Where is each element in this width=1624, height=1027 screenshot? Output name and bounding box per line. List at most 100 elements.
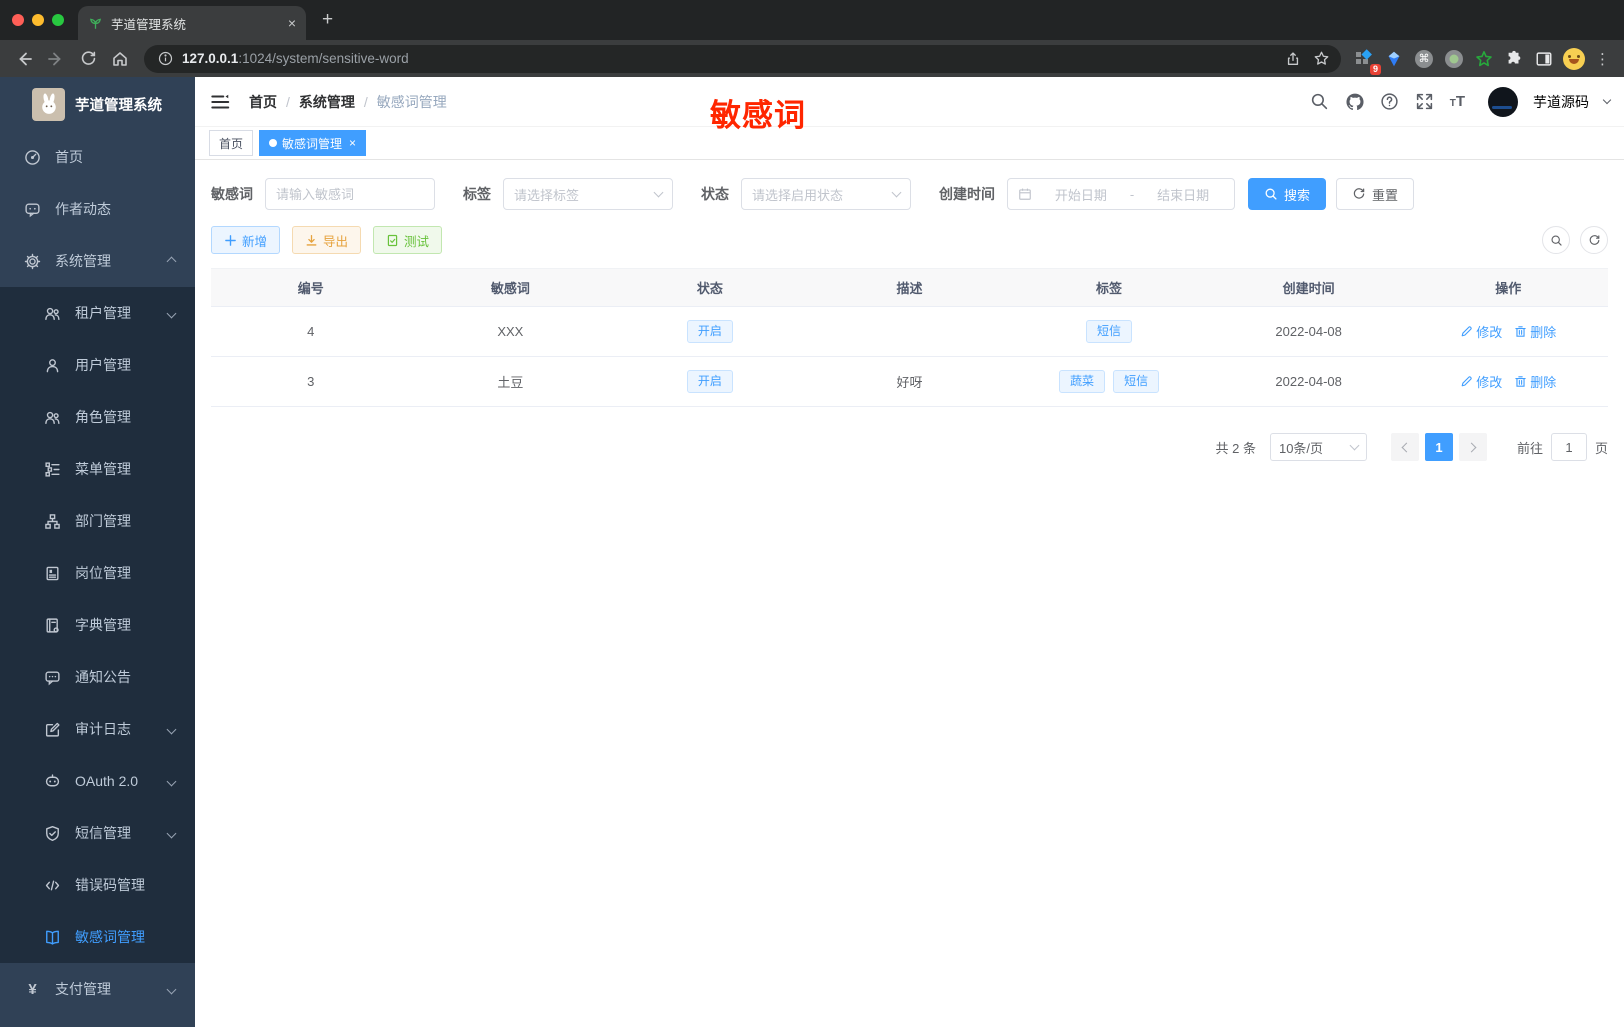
org-chart-icon (45, 513, 60, 529)
sidebar-item-sms[interactable]: 短信管理 (0, 807, 195, 859)
pencil-icon (1461, 326, 1472, 337)
browser-tab[interactable]: 芋道管理系统 × (78, 6, 306, 40)
status-filter-label: 状态 (701, 186, 729, 202)
sidebar-item-dept[interactable]: 部门管理 (0, 495, 195, 547)
sidebar-item-errcode[interactable]: 错误码管理 (0, 859, 195, 911)
tag-sensitive-word[interactable]: 敏感词管理 × (259, 130, 367, 156)
help-icon[interactable] (1380, 92, 1400, 112)
edit-link[interactable]: 修改 (1460, 372, 1502, 391)
minimize-window-button[interactable] (32, 14, 44, 26)
goto-input[interactable] (1550, 433, 1587, 461)
edit-link[interactable]: 修改 (1460, 322, 1502, 341)
reload-icon[interactable] (74, 45, 102, 73)
gear-icon (24, 253, 41, 269)
refresh-icon (1589, 234, 1599, 245)
chevron-down-icon (891, 187, 902, 198)
cell-word: XXX (497, 324, 524, 339)
created-filter-label: 创建时间 (939, 186, 995, 202)
tag-select[interactable]: 请选择标签 (503, 178, 673, 210)
github-icon[interactable] (1345, 92, 1365, 112)
sidebar-item-user[interactable]: 用户管理 (0, 339, 195, 391)
tab-close-icon[interactable]: × (288, 16, 296, 30)
page-content: 敏感词 标签 请选择标签 状态 请选择启用状态 创建时间 开始日期 (195, 160, 1624, 461)
logo-rabbit-icon (32, 87, 65, 121)
page-number[interactable]: 1 (1424, 433, 1453, 461)
prev-page-button[interactable] (1390, 433, 1419, 461)
add-button[interactable]: 新增 (211, 226, 281, 254)
status-select[interactable]: 请选择启用状态 (741, 178, 911, 210)
font-size-icon[interactable]: TT (1450, 93, 1465, 110)
code-icon (45, 880, 60, 890)
extension-grid-icon[interactable]: 9 (1351, 45, 1381, 75)
goto-label: 前往 (1516, 440, 1543, 456)
collapse-sidebar-icon[interactable] (209, 91, 231, 113)
sidebar-item-oauth[interactable]: OAuth 2.0 (0, 755, 195, 807)
sidebar-item-notice[interactable]: 通知公告 (0, 651, 195, 703)
page-size-select[interactable]: 10条/页 (1269, 433, 1367, 461)
toolbar-row: 新增 导出 测试 (211, 226, 1608, 254)
total-count: 共 2 条 (1215, 440, 1256, 456)
search-button[interactable]: 搜索 (1248, 178, 1327, 210)
address-bar[interactable]: 127.0.0.1:1024/system/sensitive-word (144, 44, 1341, 73)
browser-tab-strip: 芋道管理系统 × + (0, 0, 1624, 40)
chevron-down-icon (166, 776, 177, 786)
export-button[interactable]: 导出 (292, 226, 362, 254)
delete-link[interactable]: 删除 (1514, 372, 1556, 391)
next-page-button[interactable] (1458, 433, 1487, 461)
table-search-button[interactable] (1542, 226, 1570, 254)
sidebar-item-author-news[interactable]: 作者动态 (0, 183, 195, 235)
dashboard-icon (25, 149, 40, 165)
breadcrumb-home[interactable]: 首页 (249, 92, 277, 112)
search-icon[interactable] (1310, 92, 1330, 112)
extensions-puzzle-icon[interactable] (1501, 45, 1527, 73)
filter-row: 敏感词 标签 请选择标签 状态 请选择启用状态 创建时间 开始日期 (211, 178, 1608, 210)
close-window-button[interactable] (12, 14, 24, 26)
browser-toolbar: 127.0.0.1:1024/system/sensitive-word 9 ⌘ (0, 40, 1624, 77)
chevron-down-icon (653, 187, 664, 198)
user-avatar[interactable] (1488, 86, 1518, 117)
site-info-icon[interactable] (156, 45, 174, 73)
search-icon (1550, 234, 1562, 246)
delete-link[interactable]: 删除 (1514, 322, 1556, 341)
sidebar-item-post[interactable]: 岗位管理 (0, 547, 195, 599)
status-badge: 开启 (686, 369, 733, 394)
maximize-window-button[interactable] (52, 14, 64, 26)
user-menu-chevron-icon[interactable] (1602, 95, 1612, 105)
date-range-picker[interactable]: 开始日期 - 结束日期 (1007, 178, 1235, 210)
forward-icon[interactable] (42, 45, 70, 73)
home-icon[interactable] (106, 45, 134, 73)
extension-star-icon[interactable] (1471, 45, 1497, 73)
share-icon[interactable] (1279, 45, 1307, 73)
tag-home[interactable]: 首页 (209, 130, 254, 156)
dict-book-icon (46, 617, 59, 633)
back-icon[interactable] (10, 45, 38, 73)
bookmark-star-icon[interactable] (1307, 45, 1335, 73)
sidebar-item-dict[interactable]: 字典管理 (0, 599, 195, 651)
sidebar-item-pay[interactable]: ¥ 支付管理 (0, 963, 195, 1015)
sidebar-item-audit[interactable]: 审计日志 (0, 703, 195, 755)
test-button[interactable]: 测试 (373, 226, 443, 254)
sidebar-item-role[interactable]: 角色管理 (0, 391, 195, 443)
sidebar-item-menu[interactable]: 菜单管理 (0, 443, 195, 495)
browser-menu-icon[interactable]: ⋮ (1591, 50, 1614, 68)
sidebar-item-tenant[interactable]: 租户管理 (0, 287, 195, 339)
sidebar-item-home[interactable]: 首页 (0, 131, 195, 183)
breadcrumb-section[interactable]: 系统管理 (299, 92, 355, 112)
username[interactable]: 芋道源码 (1533, 92, 1589, 112)
open-book-icon (46, 930, 59, 945)
tag-close-icon[interactable]: × (349, 136, 356, 150)
table-refresh-button[interactable] (1580, 226, 1608, 254)
extension-dot-icon[interactable] (1441, 45, 1467, 73)
tag-badge: 短信 (1086, 319, 1133, 344)
fullscreen-icon[interactable] (1415, 92, 1435, 112)
word-input[interactable] (276, 186, 424, 202)
new-tab-button[interactable]: + (306, 6, 333, 40)
app-logo[interactable]: 芋道管理系统 (0, 77, 195, 131)
sidebar-item-system[interactable]: 系统管理 (0, 235, 195, 287)
profile-avatar-icon[interactable] (1561, 45, 1587, 73)
sidebar-item-sensitive-word[interactable]: 敏感词管理 (0, 911, 195, 963)
extension-kite-icon[interactable] (1381, 45, 1407, 73)
extension-command-icon[interactable]: ⌘ (1411, 45, 1437, 73)
reset-button[interactable]: 重置 (1336, 178, 1415, 210)
side-panel-icon[interactable] (1531, 45, 1557, 73)
